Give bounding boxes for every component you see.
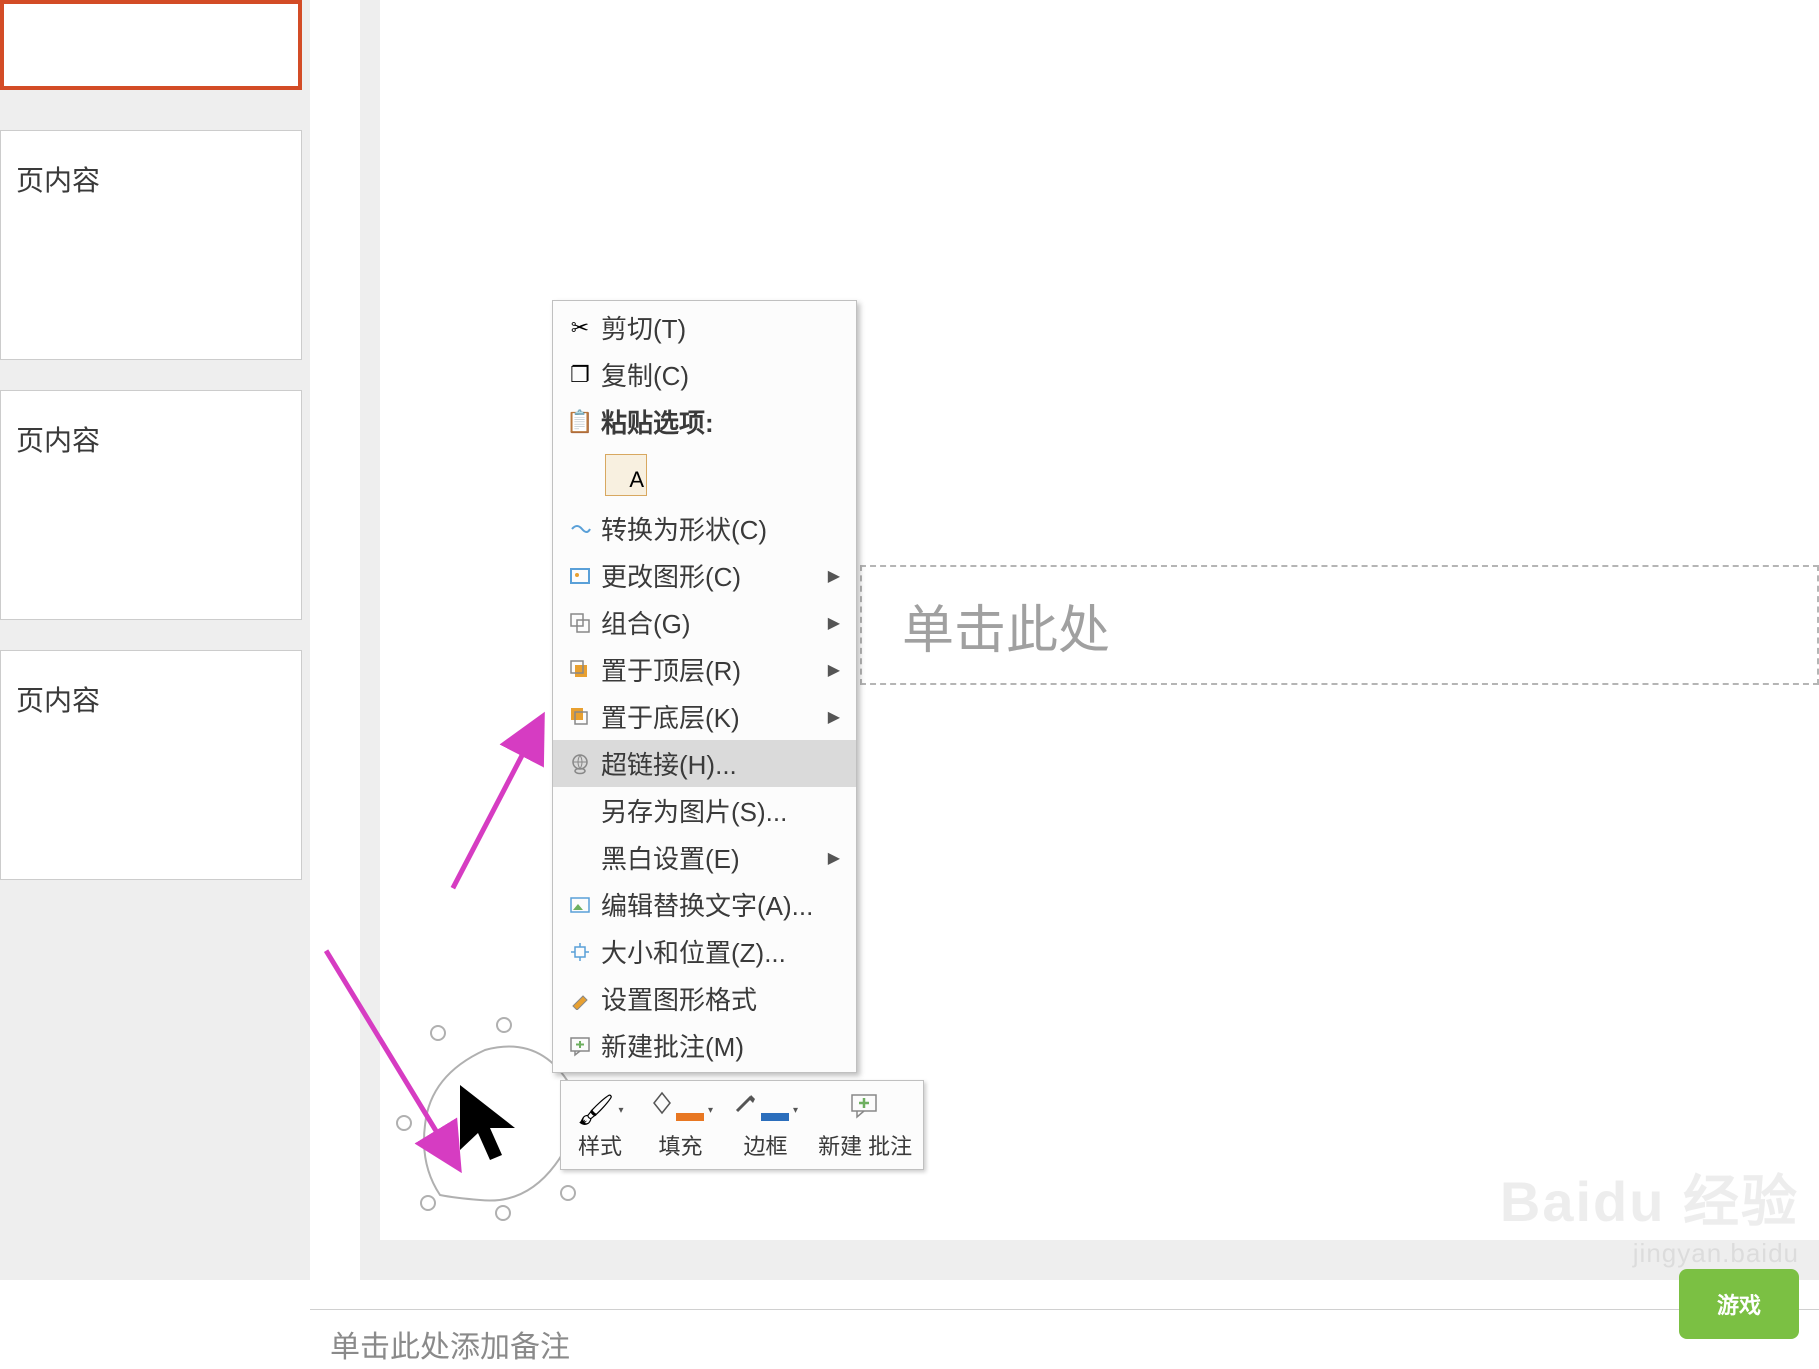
- title-placeholder[interactable]: 单击此处: [860, 565, 1819, 685]
- thumbnail-text: [14, 22, 24, 42]
- menu-label: 新建批注(M): [601, 1027, 850, 1064]
- menu-cut[interactable]: ✂ 剪切(T): [553, 304, 856, 351]
- mini-toolbar: 🖌 ▾ 样式 ▾ 填充 ▾ 边框 新建 批注: [560, 1080, 924, 1170]
- thumbnail-text: 页内容: [11, 409, 105, 469]
- menu-hyperlink[interactable]: 超链接(H)...: [553, 740, 856, 787]
- alttext-icon: [559, 894, 601, 916]
- menu-label: 置于底层(K): [601, 698, 828, 735]
- scissors-icon: ✂: [559, 315, 601, 341]
- menu-convert-shape[interactable]: 转换为形状(C): [553, 505, 856, 552]
- toolbar-border[interactable]: ▾ 边框: [727, 1086, 804, 1164]
- btn-label: 边框: [744, 1134, 788, 1160]
- slide-thumbnail-4[interactable]: 页内容: [0, 650, 302, 880]
- menu-edit-alt-text[interactable]: 编辑替换文字(A)...: [553, 881, 856, 928]
- group-icon: [559, 612, 601, 634]
- shape-handle[interactable]: [495, 1205, 511, 1221]
- menu-label: 另存为图片(S)...: [601, 792, 850, 829]
- chevron-down-icon: ▾: [619, 1105, 624, 1116]
- menu-group[interactable]: 组合(G) ▶: [553, 599, 856, 646]
- btn-label: 填充: [659, 1134, 703, 1160]
- paste-icon: 📋: [559, 409, 601, 435]
- menu-label: 超链接(H)...: [601, 745, 850, 782]
- toolbar-new-comment[interactable]: 新建 批注: [812, 1086, 918, 1164]
- watermark-logo: Baidu 经验: [1500, 1157, 1799, 1238]
- toolbar-fill[interactable]: ▾ 填充: [642, 1086, 719, 1164]
- format-icon: [559, 988, 601, 1010]
- menu-label: 置于顶层(R): [601, 651, 828, 688]
- menu-paste-options-header: 📋 粘贴选项:: [553, 398, 856, 445]
- context-menu: ✂ 剪切(T) ❐ 复制(C) 📋 粘贴选项: A 转换为形状(C) 更改图形(…: [552, 300, 857, 1073]
- shape-handle[interactable]: [496, 1017, 512, 1033]
- slide-thumbnail-3[interactable]: 页内容: [0, 390, 302, 620]
- menu-label: 组合(G): [601, 604, 828, 641]
- border-icon: [733, 1091, 789, 1129]
- shape-handle[interactable]: [396, 1115, 412, 1131]
- change-icon: [559, 565, 601, 587]
- menu-label: 更改图形(C): [601, 557, 828, 594]
- slide-thumbnail-1[interactable]: [0, 0, 302, 90]
- thumbnail-text: 页内容: [11, 669, 105, 729]
- btn-label: 样式: [578, 1134, 622, 1160]
- comment-icon: [559, 1035, 601, 1057]
- toolbar-style[interactable]: 🖌 ▾ 样式: [566, 1086, 634, 1164]
- send-back-icon: [559, 706, 601, 728]
- chevron-right-icon: ▶: [828, 566, 840, 586]
- menu-send-back[interactable]: 置于底层(K) ▶: [553, 693, 856, 740]
- menu-size-position[interactable]: 大小和位置(Z)...: [553, 928, 856, 975]
- title-placeholder-text: 单击此处: [902, 588, 1110, 663]
- menu-label: 大小和位置(Z)...: [601, 933, 850, 970]
- shape-handle[interactable]: [420, 1195, 436, 1211]
- menu-save-as-picture[interactable]: 另存为图片(S)...: [553, 787, 856, 834]
- notes-placeholder: 单击此处添加备注: [330, 1331, 570, 1364]
- hyperlink-icon: [559, 752, 601, 776]
- menu-bw-settings[interactable]: 黑白设置(E) ▶: [553, 834, 856, 881]
- watermark-url: jingyan.baidu: [1500, 1238, 1799, 1269]
- notes-panel[interactable]: 单击此处添加备注: [310, 1309, 1819, 1369]
- watermark: Baidu 经验 jingyan.baidu: [1500, 1157, 1799, 1269]
- chevron-down-icon: ▾: [708, 1105, 713, 1116]
- chevron-right-icon: ▶: [828, 613, 840, 633]
- paste-option-text[interactable]: A: [553, 445, 856, 505]
- chevron-down-icon: ▾: [793, 1105, 798, 1116]
- menu-copy[interactable]: ❐ 复制(C): [553, 351, 856, 398]
- comment-icon: [850, 1093, 880, 1127]
- menu-label: 黑白设置(E): [601, 839, 828, 876]
- brush-icon: 🖌: [576, 1093, 614, 1128]
- copy-icon: ❐: [559, 362, 601, 388]
- slide-thumbnail-2[interactable]: 页内容: [0, 130, 302, 360]
- slide-thumbnail-panel: 页内容 页内容 页内容: [0, 0, 310, 1280]
- menu-bring-front[interactable]: 置于顶层(R) ▶: [553, 646, 856, 693]
- chevron-right-icon: ▶: [828, 707, 840, 727]
- shape-handle[interactable]: [430, 1025, 446, 1041]
- chevron-right-icon: ▶: [828, 660, 840, 680]
- menu-label: 设置图形格式: [601, 980, 850, 1017]
- bring-front-icon: [559, 659, 601, 681]
- fill-icon: [648, 1091, 704, 1129]
- thumbnail-text: 页内容: [11, 149, 105, 209]
- menu-format-shape[interactable]: 设置图形格式: [553, 975, 856, 1022]
- shape-handle[interactable]: [560, 1185, 576, 1201]
- paste-text-icon: A: [605, 454, 647, 496]
- convert-icon: [559, 518, 601, 540]
- chevron-right-icon: ▶: [828, 848, 840, 868]
- menu-change-graphic[interactable]: 更改图形(C) ▶: [553, 552, 856, 599]
- btn-label: 新建 批注: [818, 1134, 912, 1160]
- size-icon: [559, 941, 601, 963]
- menu-label: 剪切(T): [601, 309, 850, 346]
- menu-label: 粘贴选项:: [601, 403, 850, 440]
- menu-new-comment[interactable]: 新建批注(M): [553, 1022, 856, 1069]
- menu-label: 复制(C): [601, 356, 850, 393]
- menu-label: 转换为形状(C): [601, 510, 850, 547]
- menu-label: 编辑替换文字(A)...: [601, 886, 850, 923]
- corner-badge: 游戏: [1679, 1269, 1799, 1339]
